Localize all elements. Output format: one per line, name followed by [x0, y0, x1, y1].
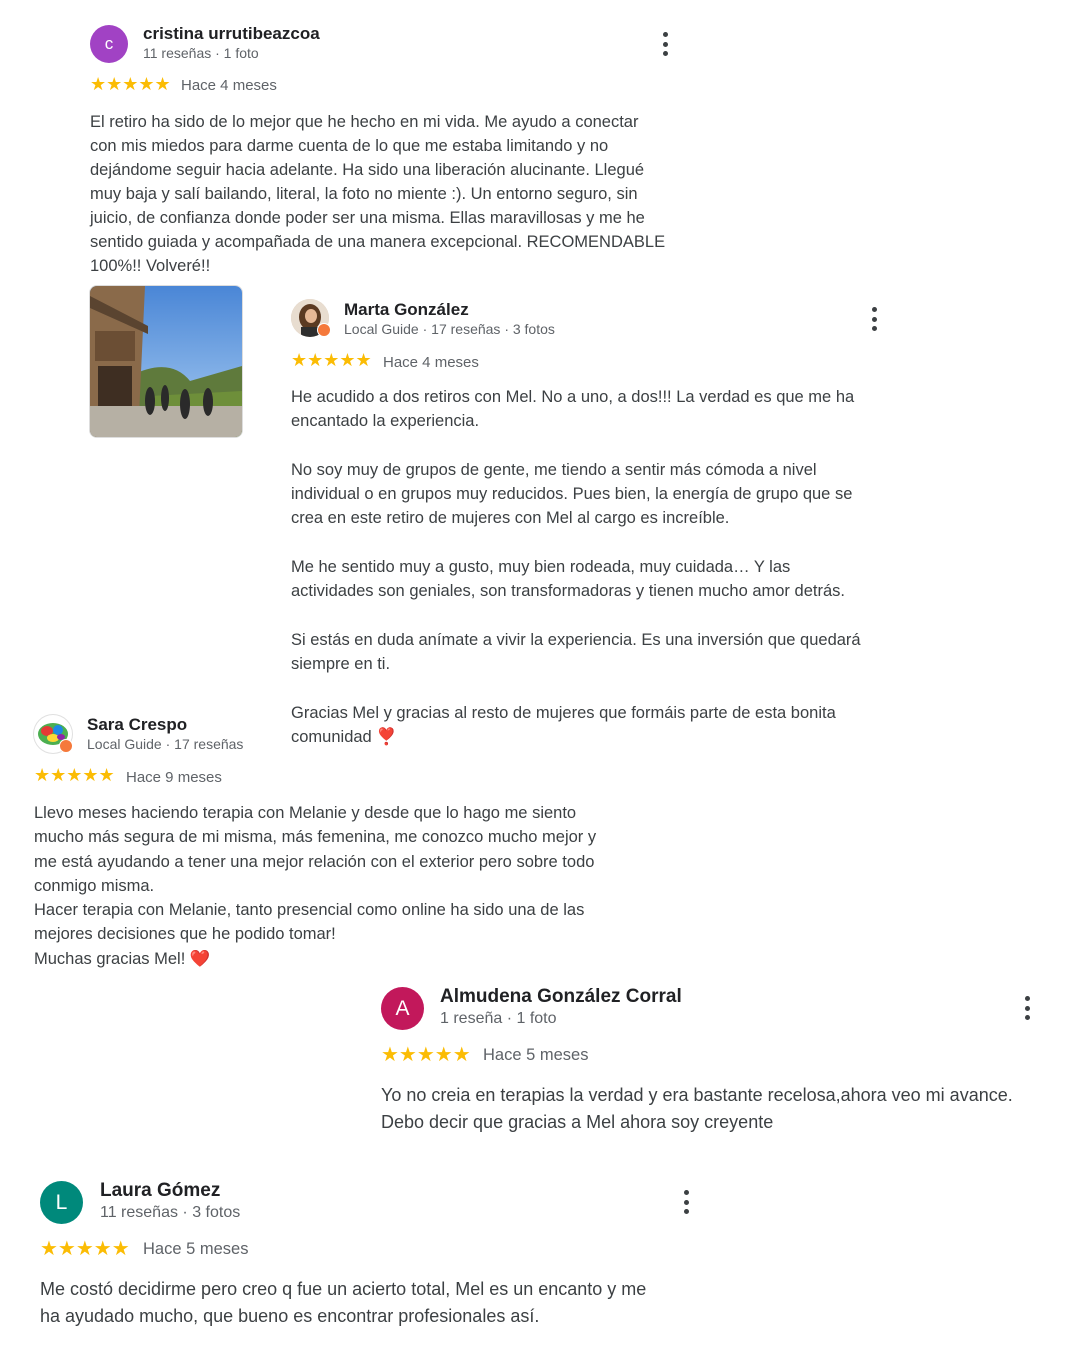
more-options-button[interactable]	[869, 307, 879, 331]
more-vert-icon	[662, 32, 668, 37]
reviewer-name[interactable]: Almudena González Corral	[440, 986, 682, 1008]
review-text: Llevo meses haciendo terapia con Melanie…	[34, 804, 597, 968]
star-rating: ★★★★★	[34, 765, 115, 785]
reviewer-name[interactable]: Marta González	[344, 300, 469, 320]
reviewer-name[interactable]: cristina urrutibeazcoa	[143, 24, 320, 44]
avatar[interactable]: L	[40, 1181, 83, 1224]
reviewer-meta: Local Guide · 17 reseñas	[87, 736, 244, 752]
star-rating: ★★★★★	[381, 1044, 471, 1066]
review-date: Hace 4 meses	[383, 354, 479, 371]
avatar[interactable]: c	[90, 25, 128, 63]
more-vert-icon	[683, 1190, 689, 1195]
more-vert-icon	[1024, 996, 1030, 1001]
review-date: Hace 4 meses	[181, 77, 277, 94]
review-card: L Laura Gómez 11 reseñas · 3 fotos ★★★★★…	[0, 1175, 1080, 1345]
reviewer-meta: 11 reseñas · 1 foto	[143, 45, 259, 61]
local-guide-badge-icon	[59, 739, 73, 753]
local-guide-badge-icon	[317, 323, 331, 337]
more-vert-icon	[871, 307, 877, 312]
star-rating: ★★★★★	[40, 1238, 130, 1260]
review-date: Hace 5 meses	[143, 1240, 249, 1258]
review-card: c cristina urrutibeazcoa 11 reseñas · 1 …	[0, 0, 1080, 280]
reviewer-meta: Local Guide · 17 reseñas · 3 fotos	[344, 321, 555, 337]
star-rating: ★★★★★	[90, 74, 171, 94]
review-text: El retiro ha sido de lo mejor que he hec…	[90, 113, 666, 275]
avatar[interactable]: A	[381, 987, 424, 1030]
more-options-button[interactable]	[681, 1190, 691, 1214]
review-text: He acudido a dos retiros con Mel. No a u…	[291, 388, 861, 747]
review-text: Yo no creia en terapias la verdad y era …	[381, 1085, 1013, 1132]
reviewer-meta: 1 reseña · 1 foto	[440, 1010, 557, 1027]
reviewer-name[interactable]: Laura Gómez	[100, 1180, 220, 1202]
more-options-button[interactable]	[1022, 996, 1032, 1020]
more-options-button[interactable]	[660, 32, 670, 56]
review-text: Me costó decidirme pero creo q fue un ac…	[40, 1279, 647, 1326]
star-rating: ★★★★★	[291, 350, 372, 370]
review-card: Sara Crespo Local Guide · 17 reseñas ★★★…	[0, 705, 700, 975]
review-card: A Almudena González Corral 1 reseña · 1 …	[0, 980, 1080, 1140]
review-date: Hace 9 meses	[126, 769, 222, 786]
review-card: Marta González Local Guide · 17 reseñas …	[0, 290, 1080, 760]
reviewer-name[interactable]: Sara Crespo	[87, 715, 187, 735]
reviewer-meta: 11 reseñas · 3 fotos	[100, 1204, 241, 1221]
review-date: Hace 5 meses	[483, 1046, 589, 1064]
